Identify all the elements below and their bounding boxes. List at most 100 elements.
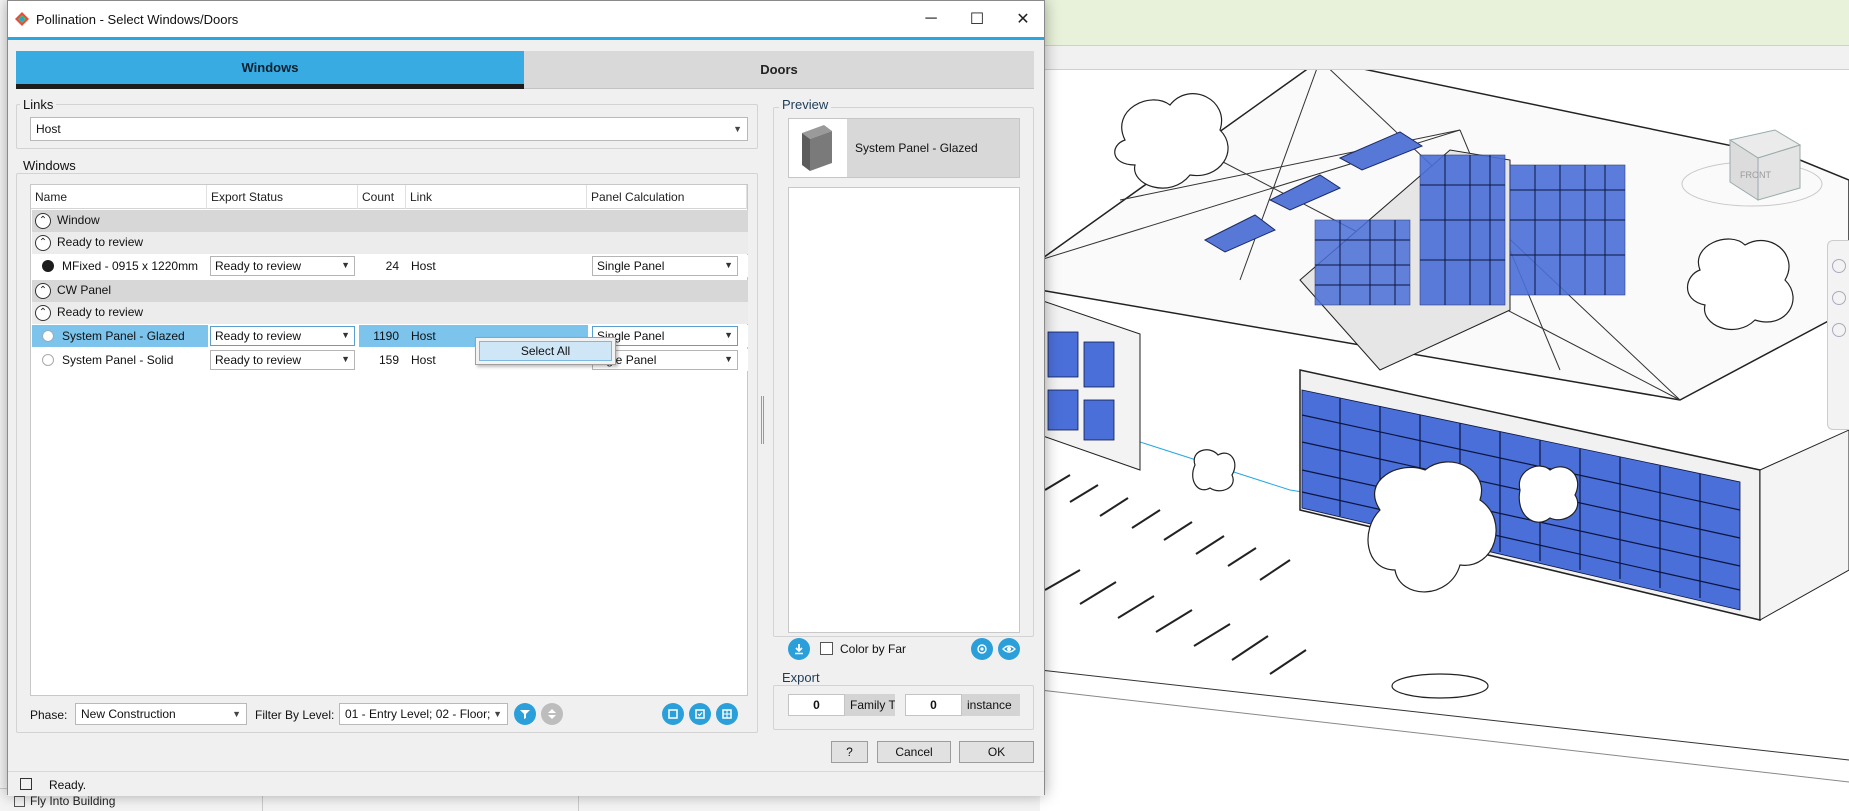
level-filter-dropdown[interactable]: 01 - Entry Level; 02 - Floor; 0 ▼ (339, 703, 508, 725)
tab-windows[interactable]: Windows (16, 51, 524, 89)
panel-calculation-dropdown[interactable]: Single Panel ▼ (592, 256, 738, 276)
windows-group-label: Windows (20, 158, 79, 173)
group-row-window[interactable]: ⌃ Window (32, 210, 748, 232)
help-button[interactable]: ? (831, 741, 868, 763)
panel-splitter[interactable] (761, 396, 764, 444)
subgroup-label: Ready to review (57, 235, 144, 249)
windows-grid: Name Export Status Count Link Panel Calc… (30, 184, 748, 696)
links-dropdown-value: Host (36, 122, 61, 136)
color-by-label: Color by Far (840, 642, 907, 656)
row-count: 1190 (359, 325, 407, 347)
building-model-drawing: FRONT (1040, 70, 1849, 783)
export-status-dropdown[interactable]: Ready to review ▼ (210, 326, 355, 346)
preview-canvas[interactable] (788, 187, 1020, 633)
phase-label: Phase: (30, 708, 68, 722)
status-bar: Ready. (8, 771, 1044, 796)
browser-item-label: Fly Into Building (30, 794, 116, 808)
family-count-field: 0 (788, 694, 845, 716)
export-group-label: Export (779, 670, 823, 685)
revit-ribbon (1040, 0, 1849, 46)
grid-header: Name Export Status Count Link Panel Calc… (31, 185, 747, 209)
navigation-bar[interactable] (1827, 240, 1849, 430)
browser-item[interactable]: Fly Into Building (14, 794, 115, 808)
panel-preview-icon (789, 119, 847, 177)
group-label: CW Panel (57, 283, 112, 297)
view-icon (14, 795, 25, 807)
col-name[interactable]: Name (31, 185, 207, 209)
3d-view-canvas[interactable]: FRONT (1040, 70, 1849, 811)
export-status-value: Ready to review (215, 329, 302, 343)
filter-icon[interactable] (514, 703, 536, 725)
title-bar[interactable]: Pollination - Select Windows/Doors ─ ☐ ✕ (8, 1, 1044, 37)
row-count: 24 (385, 259, 399, 273)
check-window-icon[interactable] (689, 703, 711, 725)
chevron-down-icon: ▼ (724, 354, 733, 364)
table-row-selected[interactable]: System Panel - Glazed Ready to review ▼ … (32, 325, 748, 347)
chevron-down-icon: ▼ (341, 330, 350, 340)
chevron-down-icon: ▼ (232, 709, 241, 719)
chevron-down-icon: ▼ (724, 330, 733, 340)
collapse-icon[interactable]: ⌃ (35, 305, 51, 321)
context-menu-select-all[interactable]: Select All (479, 341, 612, 361)
pollination-app-icon (15, 12, 29, 26)
export-status-dropdown[interactable]: Ready to review ▼ (210, 350, 355, 370)
links-dropdown[interactable]: Host ▼ (30, 117, 748, 141)
subgroup-label: Ready to review (57, 305, 144, 319)
table-row[interactable]: System Panel - Solid Ready to review ▼ 1… (32, 349, 748, 371)
tab-doors[interactable]: Doors (524, 51, 1034, 89)
col-count[interactable]: Count (358, 185, 406, 209)
preview-group-label: Preview (779, 97, 832, 112)
instance-count-field: 0 (905, 694, 962, 716)
row-name: System Panel - Solid (62, 353, 174, 367)
group-label: Window (57, 213, 100, 227)
collapse-icon[interactable]: ⌃ (35, 235, 51, 251)
export-status-value: Ready to review (215, 353, 302, 367)
color-by-checkbox[interactable] (820, 642, 833, 655)
col-export-status[interactable]: Export Status (207, 185, 358, 209)
download-icon[interactable] (788, 638, 810, 660)
phase-dropdown[interactable]: New Construction ▼ (75, 703, 247, 725)
group-row-cw-panel[interactable]: ⌃ CW Panel (32, 280, 748, 302)
row-count: 159 (378, 353, 399, 367)
panel-calculation-value: Single Panel (597, 259, 665, 273)
select-windows-doors-dialog: Pollination - Select Windows/Doors ─ ☐ ✕… (7, 0, 1045, 796)
status-icon (20, 778, 32, 790)
collapse-icon[interactable]: ⌃ (35, 283, 51, 299)
subgroup-row-ready-to-review[interactable]: ⌃ Ready to review (32, 302, 748, 324)
chevron-down-icon: ▼ (341, 260, 350, 270)
panel-type-icon (42, 330, 54, 342)
select-window-icon[interactable] (662, 703, 684, 725)
col-link[interactable]: Link (406, 185, 587, 209)
grid-window-icon[interactable] (716, 703, 738, 725)
level-filter-value: 01 - Entry Level; 02 - Floor; 0 (345, 707, 501, 721)
subgroup-row-ready-to-review[interactable]: ⌃ Ready to review (32, 232, 748, 254)
maximize-button[interactable]: ☐ (954, 1, 1000, 37)
row-link: Host (411, 259, 436, 273)
phase-value: New Construction (81, 707, 176, 721)
chevron-down-icon: ▼ (493, 709, 502, 719)
chevron-down-icon: ▼ (341, 354, 350, 364)
family-type-label: Family Ty (845, 694, 895, 716)
links-group-label: Links (20, 97, 57, 112)
row-name: System Panel - Glazed (32, 325, 208, 347)
clear-filter-icon[interactable] (541, 703, 563, 725)
svg-text:FRONT: FRONT (1740, 170, 1771, 180)
ok-button[interactable]: OK (959, 741, 1034, 763)
export-status-dropdown[interactable]: Ready to review ▼ (210, 256, 355, 276)
row-name: MFixed - 0915 x 1220mm (62, 259, 199, 273)
revit-view-tabs (1040, 46, 1849, 70)
preview-card: System Panel - Glazed (788, 118, 1020, 178)
col-panel-calculation[interactable]: Panel Calculation (587, 185, 747, 209)
minimize-button[interactable]: ─ (908, 1, 954, 37)
close-button[interactable]: ✕ (1000, 1, 1046, 37)
eye-icon[interactable] (998, 638, 1020, 660)
cancel-button[interactable]: Cancel (877, 741, 951, 763)
collapse-icon[interactable]: ⌃ (35, 213, 51, 229)
dialog-title: Pollination - Select Windows/Doors (36, 11, 239, 27)
instance-label: instance (962, 694, 1020, 716)
table-row[interactable]: MFixed - 0915 x 1220mm Ready to review ▼… (32, 255, 748, 277)
isolate-view-icon[interactable] (971, 638, 993, 660)
filter-by-level-label: Filter By Level: (255, 708, 335, 722)
chevron-down-icon: ▼ (733, 124, 742, 134)
tab-bar: Windows Doors (16, 51, 1034, 89)
